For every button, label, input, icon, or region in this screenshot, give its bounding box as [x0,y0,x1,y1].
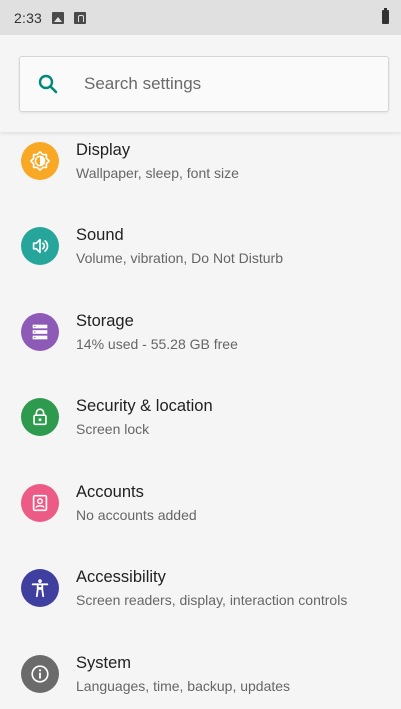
setting-item-accounts[interactable]: Accounts No accounts added [0,460,401,546]
search-bar[interactable]: Search settings [19,56,389,112]
setting-title: Accessibility [76,568,166,587]
setting-title: Security & location [76,397,213,416]
setting-summary: Languages, time, backup, updates [76,677,291,694]
settings-screen: 2:33 Search settings Display Wallpaper, … [0,0,401,709]
setting-title: Display [76,140,131,159]
setting-title: Accounts [76,482,144,501]
storage-icon [21,312,59,351]
setting-title: Storage [76,311,134,330]
search-icon [38,74,58,94]
setting-summary: No accounts added [76,506,197,523]
setting-summary: Screen lock [76,421,150,438]
setting-title: System [76,653,132,672]
search-area: Search settings [0,35,401,132]
setting-summary: Volume, vibration, Do Not Disturb [76,250,283,267]
battery-icon [382,8,389,24]
display-icon [21,141,59,180]
status-bar: 2:33 [0,0,401,35]
settings-list: Display Wallpaper, sleep, font size Soun… [0,118,401,709]
status-time: 2:33 [14,9,43,26]
setting-title: Sound [76,226,124,245]
info-icon [21,654,59,693]
search-placeholder: Search settings [84,74,202,93]
setting-summary: Wallpaper, sleep, font size [76,164,239,181]
accessibility-icon [21,569,59,608]
setting-item-accessibility[interactable]: Accessibility Screen readers, display, i… [0,546,401,632]
setting-summary: 14% used - 55.28 GB free [76,335,238,352]
image-notification-icon [52,11,65,24]
setting-item-sound[interactable]: Sound Volume, vibration, Do Not Disturb [0,204,401,290]
account-icon [21,483,59,522]
setting-summary: Screen readers, display, interaction con… [76,592,348,609]
lock-icon [21,398,59,437]
sound-icon [21,227,59,266]
app-notification-icon [74,11,87,24]
setting-item-security[interactable]: Security & location Screen lock [0,375,401,461]
setting-item-storage[interactable]: Storage 14% used - 55.28 GB free [0,289,401,375]
setting-item-system[interactable]: System Languages, time, backup, updates [0,631,401,709]
